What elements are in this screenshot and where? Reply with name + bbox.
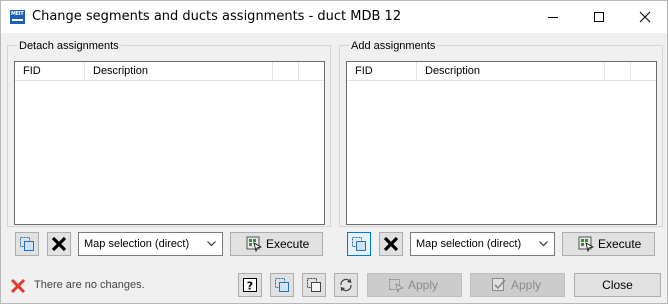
detach-execute-button[interactable]: Execute [230,232,323,256]
select-copy-icon [20,237,34,251]
detach-remove-button[interactable] [47,232,71,256]
refresh-button[interactable] [334,273,358,297]
close-button[interactable]: Close [574,273,661,297]
detach-assignments-group: Detach assignments FID Description [7,40,331,227]
minimize-button[interactable] [530,1,576,33]
remove-x-icon [383,236,399,252]
detach-assignments-list[interactable]: FID Description [14,61,325,225]
detach-select-copy-button[interactable] [15,232,39,256]
minimize-icon [548,17,558,18]
add-assignments-group: Add assignments FID Description [339,40,663,227]
help-icon: ? [243,278,257,293]
red-x-icon [10,278,26,294]
add-select-copy-button[interactable] [347,232,371,256]
help-button[interactable]: ? [238,273,262,297]
detach-assignments-title: Detach assignments [17,40,121,52]
add-execute-label: Execute [598,237,642,251]
close-window-button[interactable] [622,1,668,33]
chevron-down-icon [207,241,216,247]
select-icon [307,278,321,292]
add-map-selection-value: Map selection (direct) [416,238,522,250]
maximize-icon [594,12,604,22]
column-header-extra[interactable] [605,62,631,81]
refresh-icon [340,278,352,292]
column-header-fid[interactable]: FID [15,62,85,81]
apply-button-1[interactable]: Apply [367,273,462,297]
detach-list-header: FID Description [15,62,324,81]
add-map-selection-dropdown[interactable]: Map selection (direct) [410,232,555,256]
detach-map-selection-value: Map selection (direct) [84,238,190,250]
svg-text:?: ? [247,280,253,293]
select-copy-icon [352,237,366,251]
detach-map-selection-dropdown[interactable]: Map selection (direct) [78,232,223,256]
status-message: There are no changes. [34,279,145,291]
column-header-description[interactable]: Description [85,62,273,81]
footer-select-button[interactable] [302,273,326,297]
add-execute-button[interactable]: Execute [562,232,655,256]
maximize-button[interactable] [576,1,622,33]
column-header-fid[interactable]: FID [347,62,417,81]
dialog-window: MEIT Change segments and ducts assignmen… [0,0,668,304]
app-logo-icon: MEIT [10,10,25,24]
add-list-header: FID Description [347,62,656,81]
apply-check-icon [492,278,506,291]
footer-select-copy-button[interactable] [270,273,294,297]
add-assignments-list[interactable]: FID Description [346,61,657,225]
column-header-description[interactable]: Description [417,62,605,81]
add-assignments-title: Add assignments [349,40,438,52]
remove-x-icon [51,236,67,252]
apply-select-icon [389,279,404,293]
apply-label-2: Apply [511,278,542,292]
column-header-extra[interactable] [273,62,299,81]
add-remove-button[interactable] [379,232,403,256]
apply-label-1: Apply [408,278,439,292]
window-title: Change segments and ducts assignments - … [32,9,402,24]
execute-icon [578,236,594,252]
chevron-down-icon [539,241,548,247]
close-icon [639,11,651,23]
title-bar[interactable]: MEIT Change segments and ducts assignmen… [1,1,667,33]
detach-execute-label: Execute [266,237,310,251]
execute-icon [246,236,262,252]
apply-button-2[interactable]: Apply [470,273,565,297]
select-copy-icon [275,278,289,292]
